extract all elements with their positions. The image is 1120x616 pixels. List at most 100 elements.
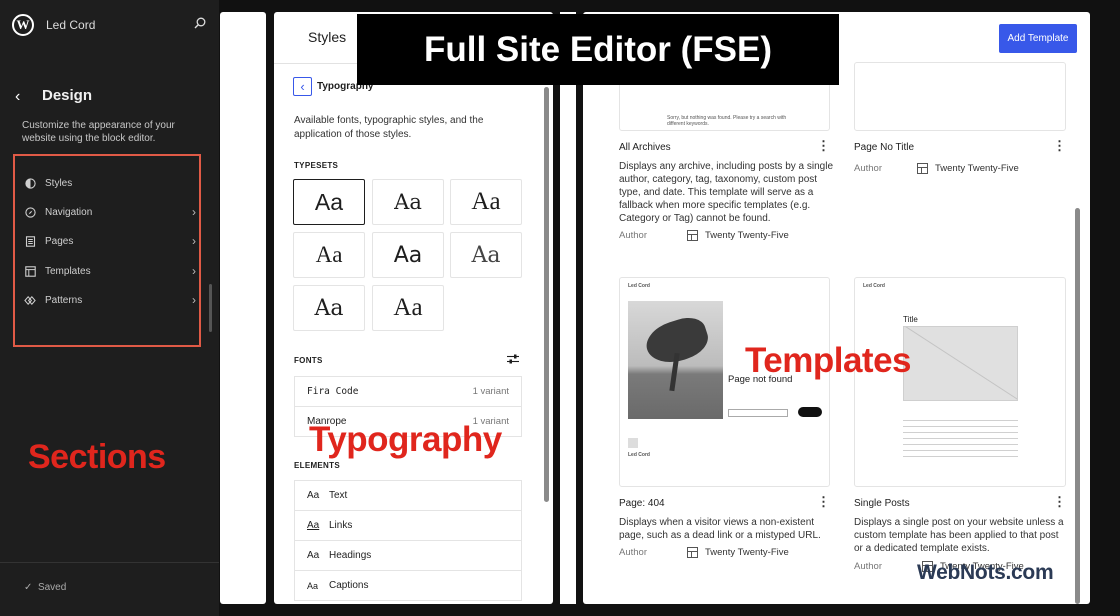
half-circle-icon <box>24 177 36 189</box>
typeset-option[interactable]: Aa <box>293 285 365 331</box>
fonts-label: FONTS <box>294 356 323 365</box>
preview-logo-placeholder <box>628 438 638 448</box>
theme-name: Twenty Twenty-Five <box>705 230 789 241</box>
adjust-icon[interactable] <box>507 354 519 364</box>
more-options-icon[interactable]: ⋮ <box>1053 138 1066 154</box>
element-row-links[interactable]: Aa Links <box>294 510 522 541</box>
sidebar-item-label: Navigation <box>45 206 93 218</box>
sidebar-item-templates[interactable]: Templates › <box>24 261 196 281</box>
chevron-right-icon: › <box>192 264 196 278</box>
site-title[interactable]: Led Cord <box>46 18 95 32</box>
template-description: Displays a single post on your website u… <box>854 517 1064 554</box>
sidebar-item-label: Styles <box>45 177 73 189</box>
chevron-right-icon: › <box>192 234 196 248</box>
element-sample: Aa <box>307 580 319 591</box>
add-template-button[interactable]: Add Template <box>999 24 1077 53</box>
template-name[interactable]: Page No Title <box>854 142 914 153</box>
sidebar-item-navigation[interactable]: Navigation › <box>24 202 196 222</box>
chevron-right-icon: › <box>192 293 196 307</box>
preview-heading: Title <box>903 315 918 324</box>
typeset-option[interactable]: Aa <box>450 232 522 278</box>
styles-panel-title: Styles <box>308 29 347 45</box>
back-arrow-icon[interactable]: ‹ <box>15 88 20 106</box>
template-meta: Author Twenty Twenty-Five <box>619 230 789 241</box>
layout-icon <box>687 230 698 241</box>
template-name[interactable]: Page: 404 <box>619 498 665 509</box>
sidebar-item-label: Templates <box>45 265 91 277</box>
element-row-captions[interactable]: Aa Captions <box>294 570 522 601</box>
font-variant-count: 1 variant <box>472 386 509 397</box>
element-row-text[interactable]: Aa Text <box>294 480 522 511</box>
saved-status: ✓ Saved <box>24 582 66 593</box>
layout-icon <box>24 265 36 277</box>
preview-search-button <box>798 407 822 417</box>
sidebar-item-label: Patterns <box>45 294 83 306</box>
back-button[interactable]: ‹ <box>293 77 312 96</box>
diamond-icon <box>24 294 36 306</box>
sidebar-description: Customize the appearance of your website… <box>22 120 175 144</box>
typeset-option[interactable]: Aa <box>293 179 365 225</box>
more-options-icon[interactable]: ⋮ <box>817 138 830 154</box>
template-description: Displays any archive, including posts by… <box>619 161 833 224</box>
webnots-watermark: WebNots.com <box>917 561 1054 584</box>
templates-panel: Add Template Sorry, but nothing was foun… <box>583 12 1090 604</box>
typeset-option[interactable]: Aa <box>372 285 444 331</box>
element-row-headings[interactable]: Aa Headings <box>294 540 522 571</box>
layout-icon <box>917 163 928 174</box>
page-icon <box>24 235 36 247</box>
saved-label: Saved <box>37 582 67 593</box>
template-meta: Author Twenty Twenty-Five <box>619 547 789 558</box>
more-options-icon[interactable]: ⋮ <box>1053 494 1066 510</box>
element-sample: Aa <box>307 520 320 531</box>
canvas-edge-right <box>560 12 576 604</box>
sidebar-heading: Design <box>42 87 93 104</box>
template-name[interactable]: Single Posts <box>854 498 910 509</box>
elements-label: ELEMENTS <box>294 461 340 470</box>
author-label: Author <box>619 230 647 241</box>
element-label: Headings <box>329 550 372 561</box>
tree-photo-image <box>628 301 723 419</box>
sidebar-scrollbar[interactable] <box>209 284 212 332</box>
template-description: Displays when a visitor views a non-exis… <box>619 517 821 541</box>
typeset-option[interactable]: Aa <box>450 179 522 225</box>
typesets-label: TYPESETS <box>294 161 339 170</box>
chevron-right-icon: › <box>192 205 196 219</box>
typeset-option[interactable]: Aa <box>372 232 444 278</box>
canvas-edge <box>220 12 266 604</box>
design-sidebar: W Led Cord ‹ Design Customize the appear… <box>0 0 219 616</box>
sidebar-item-styles[interactable]: Styles <box>24 173 196 193</box>
more-options-icon[interactable]: ⋮ <box>817 494 830 510</box>
template-preview-page-404[interactable]: Led Cord Page not found Led Cord <box>619 277 830 487</box>
templates-panel-scrollbar[interactable] <box>1075 208 1080 604</box>
wordpress-logo-icon[interactable]: W <box>12 14 34 36</box>
search-icon[interactable] <box>194 17 206 29</box>
element-label: Captions <box>329 580 369 591</box>
template-preview-page-no-title[interactable] <box>854 62 1066 131</box>
author-label: Author <box>854 561 882 572</box>
sidebar-item-pages[interactable]: Pages › <box>24 231 196 251</box>
check-icon: ✓ <box>24 582 33 593</box>
compass-icon <box>24 206 36 218</box>
sidebar-item-patterns[interactable]: Patterns › <box>24 290 196 310</box>
preview-footer-site: Led Cord <box>628 452 650 458</box>
theme-name: Twenty Twenty-Five <box>705 547 789 558</box>
template-name[interactable]: All Archives <box>619 142 671 153</box>
templates-annotation: Templates <box>745 341 912 380</box>
typeset-option[interactable]: Aa <box>372 179 444 225</box>
template-preview-single-posts[interactable]: Led Cord Title <box>854 277 1066 487</box>
fse-banner: Full Site Editor (FSE) <box>357 14 839 85</box>
font-name: Fira Code <box>307 386 359 397</box>
preview-site-name: Led Cord <box>863 283 885 289</box>
element-label: Links <box>329 520 353 531</box>
layout-icon <box>687 547 698 558</box>
element-sample: Aa <box>307 550 320 561</box>
preview-site-name: Led Cord <box>628 283 650 289</box>
element-label: Text <box>329 490 348 501</box>
preview-content-lines <box>903 420 1018 460</box>
styles-panel-scrollbar[interactable] <box>544 87 549 502</box>
sections-annotation: Sections <box>28 438 166 476</box>
preview-search-field <box>728 409 788 417</box>
typeset-option[interactable]: Aa <box>293 232 365 278</box>
element-sample: Aa <box>307 490 320 501</box>
font-row-fira-code[interactable]: Fira Code 1 variant <box>294 376 522 407</box>
